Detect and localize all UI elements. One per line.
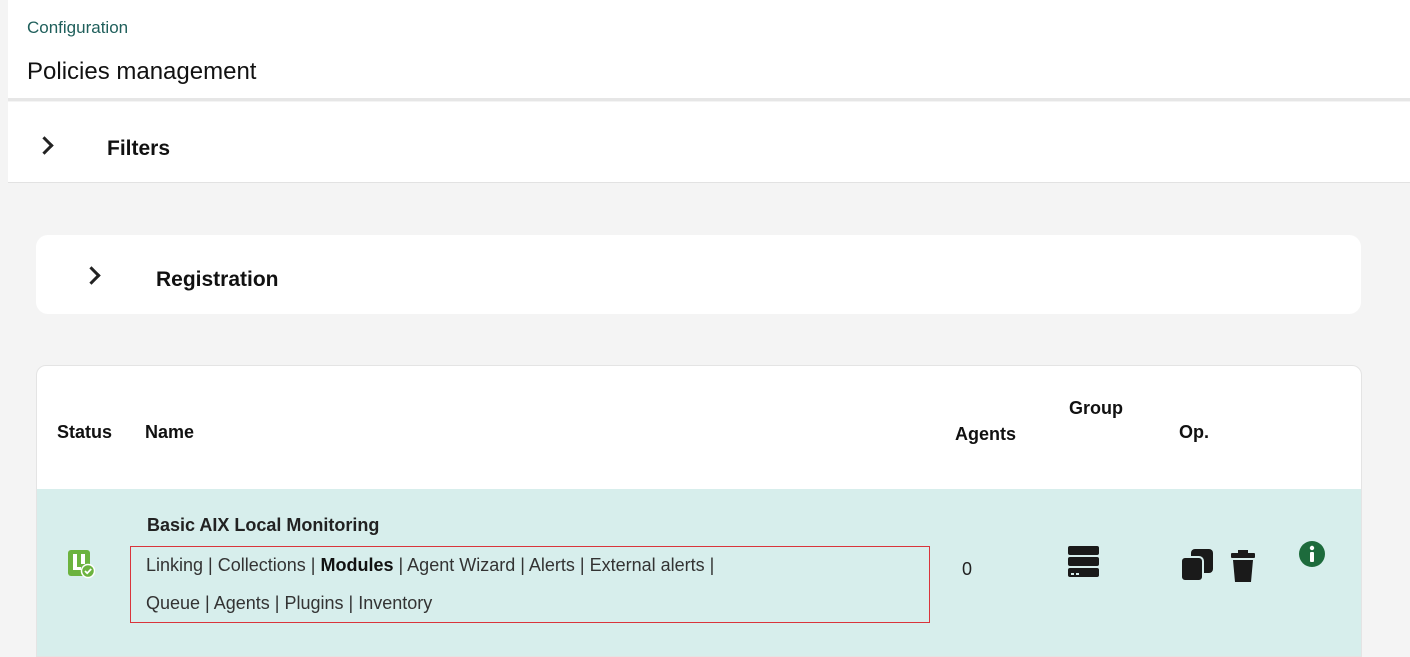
link-collections[interactable]: Collections xyxy=(218,555,306,575)
registration-label[interactable]: Registration xyxy=(156,268,279,292)
page-title: Policies management xyxy=(27,58,257,85)
trash-icon[interactable] xyxy=(1230,549,1256,583)
chevron-right-icon[interactable] xyxy=(35,136,54,155)
filters-label[interactable]: Filters xyxy=(107,137,170,161)
link-external-alerts[interactable]: External alerts xyxy=(590,555,705,575)
info-icon[interactable] xyxy=(1298,540,1326,568)
column-header-name[interactable]: Name xyxy=(145,422,194,443)
filters-section[interactable]: Filters xyxy=(8,102,1410,183)
link-inventory[interactable]: Inventory xyxy=(358,593,432,613)
breadcrumb[interactable]: Configuration xyxy=(27,18,128,38)
copy-icon[interactable] xyxy=(1179,547,1215,583)
link-plugins[interactable]: Plugins xyxy=(284,593,343,613)
column-header-agents: Agents xyxy=(955,424,1017,444)
policies-table: Status Name Agents Group Op. Basic AIX L… xyxy=(36,365,1362,657)
page-header: Configuration Policies management xyxy=(8,0,1410,101)
link-alerts[interactable]: Alerts xyxy=(529,555,575,575)
server-icon xyxy=(1068,546,1099,577)
link-queue[interactable]: Queue xyxy=(146,593,200,613)
link-linking[interactable]: Linking xyxy=(146,555,203,575)
policy-name[interactable]: Basic AIX Local Monitoring xyxy=(147,515,379,536)
policy-status-ok-icon xyxy=(68,550,95,579)
policy-links-line-1: Linking | Collections | Modules | Agent … xyxy=(146,555,715,575)
link-modules[interactable]: Modules xyxy=(320,555,393,575)
column-header-operations: Op. xyxy=(1179,422,1209,442)
link-agents[interactable]: Agents xyxy=(214,593,270,613)
policy-links-line-2: Queue | Agents | Plugins | Inventory xyxy=(146,593,433,613)
agents-count: 0 xyxy=(962,559,973,579)
policy-links: Linking | Collections | Modules | Agent … xyxy=(130,546,930,623)
chevron-right-icon[interactable] xyxy=(82,266,101,285)
registration-section[interactable]: Registration xyxy=(36,235,1361,314)
link-agent-wizard[interactable]: Agent Wizard xyxy=(407,555,515,575)
table-row: Basic AIX Local Monitoring Linking | Col… xyxy=(37,489,1361,656)
column-header-status: Status xyxy=(57,422,113,442)
column-header-group[interactable]: Group xyxy=(1069,398,1123,419)
